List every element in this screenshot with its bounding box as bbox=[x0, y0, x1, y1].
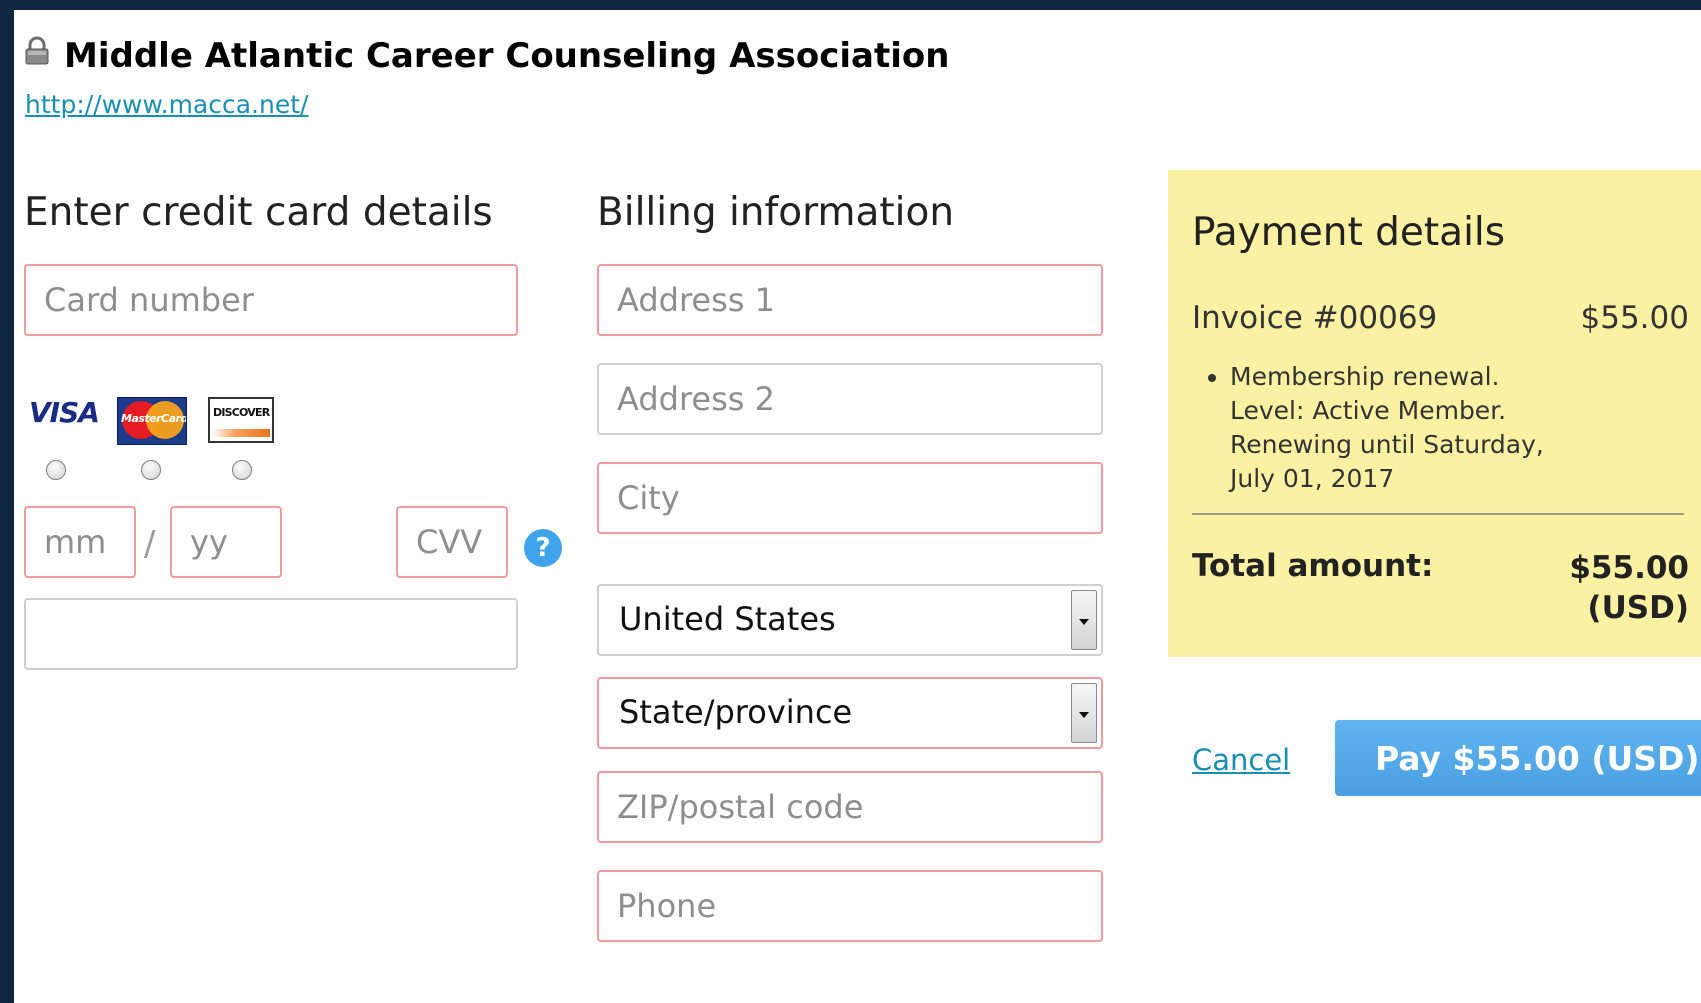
expiry-year-input[interactable] bbox=[170, 506, 282, 578]
invoice-amount: $55.00 bbox=[1580, 300, 1689, 336]
total-currency: (USD) bbox=[1587, 590, 1689, 626]
cvv-input[interactable] bbox=[396, 506, 508, 578]
list-item: Membership renewal. Level: Active Member… bbox=[1230, 360, 1608, 496]
pay-button[interactable]: Pay $55.00 (USD) bbox=[1335, 720, 1701, 796]
chevron-down-icon[interactable] bbox=[1071, 590, 1097, 650]
mastercard-logo: MasterCard bbox=[117, 397, 187, 445]
payment-details-panel: Payment details Invoice #00069 $55.00 Me… bbox=[1168, 170, 1701, 657]
country-select-value: United States bbox=[619, 600, 836, 638]
invoice-description: Membership renewal. Level: Active Member… bbox=[1208, 360, 1608, 496]
discover-logo: DISCOVER bbox=[208, 397, 274, 443]
zip-input[interactable] bbox=[597, 771, 1103, 843]
cancel-link[interactable]: Cancel bbox=[1192, 743, 1290, 777]
visa-radio[interactable] bbox=[46, 460, 66, 480]
country-select[interactable]: United States bbox=[597, 584, 1103, 656]
discover-radio[interactable] bbox=[232, 460, 252, 480]
card-details-heading: Enter credit card details bbox=[24, 190, 493, 235]
divider bbox=[1192, 513, 1684, 515]
billing-heading: Billing information bbox=[597, 190, 955, 235]
payment-form-window: Middle Atlantic Career Counseling Associ… bbox=[14, 10, 1701, 1003]
organization-url-link[interactable]: http://www.macca.net/ bbox=[25, 90, 308, 119]
help-icon[interactable]: ? bbox=[524, 529, 562, 567]
phone-input[interactable] bbox=[597, 870, 1103, 942]
city-input[interactable] bbox=[597, 462, 1103, 534]
cardholder-name-input[interactable] bbox=[24, 598, 518, 670]
address2-input[interactable] bbox=[597, 363, 1103, 435]
organization-name: Middle Atlantic Career Counseling Associ… bbox=[64, 36, 950, 76]
mastercard-radio[interactable] bbox=[141, 460, 161, 480]
state-select[interactable]: State/province bbox=[597, 677, 1103, 749]
payment-details-heading: Payment details bbox=[1192, 210, 1506, 255]
card-number-input[interactable] bbox=[24, 264, 518, 336]
expiry-month-input[interactable] bbox=[24, 506, 136, 578]
total-label: Total amount: bbox=[1192, 548, 1434, 584]
total-amount-value: $55.00 bbox=[1569, 550, 1689, 586]
lock-icon bbox=[25, 36, 49, 65]
address1-input[interactable] bbox=[597, 264, 1103, 336]
chevron-down-icon[interactable] bbox=[1071, 683, 1097, 743]
visa-logo: VISA bbox=[29, 396, 100, 429]
expiry-separator: / bbox=[144, 524, 156, 564]
state-select-value: State/province bbox=[619, 693, 853, 731]
invoice-label: Invoice #00069 bbox=[1192, 300, 1438, 336]
total-amount: $55.00 (USD) bbox=[1489, 548, 1689, 628]
